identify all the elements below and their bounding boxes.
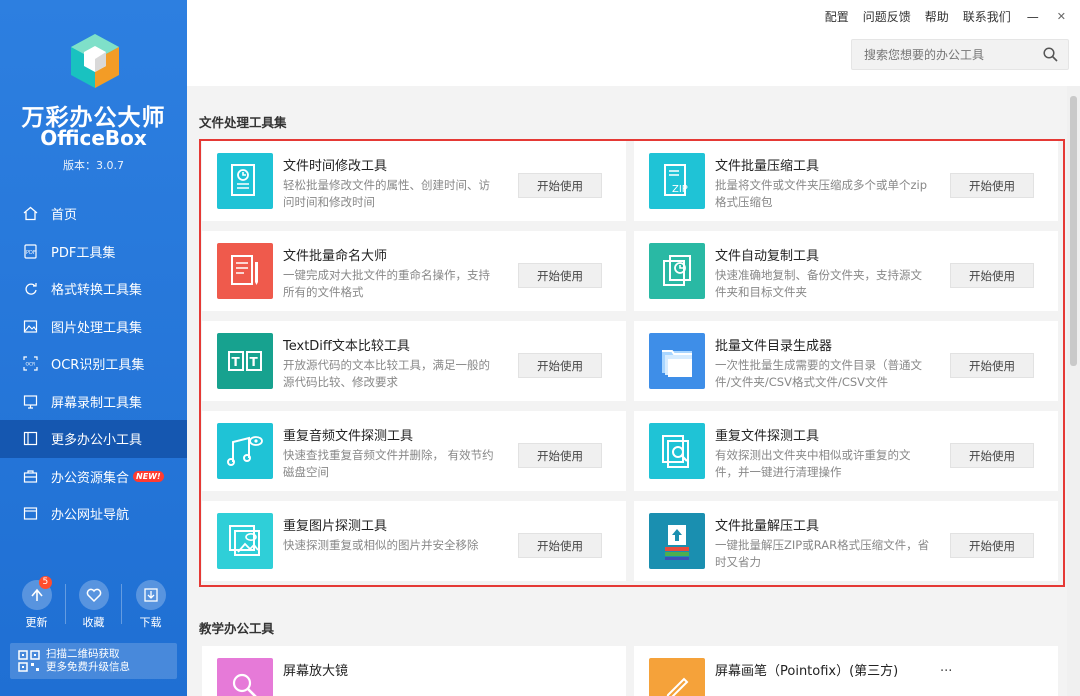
new-badge: NEW!	[133, 470, 164, 482]
download-label: 下载	[139, 616, 162, 629]
divider	[65, 584, 66, 624]
home-icon	[22, 206, 38, 222]
sidebar-nav: 首页 PDF PDF工具集 格式转换工具集 图片处理工具集 OCR OCR识别工…	[0, 195, 187, 533]
search-icon[interactable]	[1043, 47, 1058, 62]
magnifier-icon	[217, 658, 273, 696]
more-indicator: ...	[940, 660, 953, 675]
favorite-label: 收藏	[82, 616, 105, 629]
officebox-logo-icon	[71, 34, 119, 88]
feedback-link[interactable]: 问题反馈	[863, 8, 911, 25]
app-version: 版本：3.0.7	[63, 159, 124, 172]
qr-code-icon	[18, 650, 40, 672]
tool-title: 屏幕放大镜	[283, 664, 349, 679]
scrollbar[interactable]	[1067, 86, 1080, 696]
image-icon	[22, 318, 38, 334]
download-button[interactable]: 下载	[125, 580, 177, 630]
sidebar-item-more-tools[interactable]: 更多办公小工具	[0, 420, 187, 458]
sidebar-item-label: 办公资源集合	[51, 470, 130, 486]
sidebar-item-convert[interactable]: 格式转换工具集	[0, 270, 187, 308]
update-button[interactable]: 5 更新	[11, 576, 63, 630]
ocr-icon: OCR	[22, 356, 38, 372]
sidebar-item-label: OCR识别工具集	[51, 358, 145, 374]
contact-link[interactable]: 联系我们	[963, 8, 1011, 25]
update-label: 更新	[25, 616, 48, 629]
heart-icon	[78, 580, 109, 610]
search-input[interactable]	[852, 40, 1032, 69]
minimize-button[interactable]: —	[1027, 10, 1039, 24]
sidebar-item-screen-record[interactable]: 屏幕录制工具集	[0, 383, 187, 421]
sidebar-item-image[interactable]: 图片处理工具集	[0, 308, 187, 346]
favorite-button[interactable]: 收藏	[68, 580, 120, 630]
qr-text-line2: 更多免费升级信息	[46, 661, 130, 673]
download-icon	[135, 580, 166, 610]
sidebar-actions: 5 更新 收藏 下载	[0, 576, 187, 630]
help-link[interactable]: 帮助	[925, 8, 949, 25]
sidebar-item-pdf[interactable]: PDF PDF工具集	[0, 233, 187, 271]
svg-text:PDF: PDF	[26, 250, 36, 256]
scrollbar-thumb[interactable]	[1070, 96, 1077, 366]
tool-card-screen-pen[interactable]: 屏幕画笔（Pointofix）(第三方) ...	[634, 646, 1058, 696]
briefcase-icon	[22, 468, 38, 484]
sidebar-item-label: 首页	[51, 208, 78, 224]
screen-record-icon	[22, 393, 38, 409]
sidebar-item-ocr[interactable]: OCR OCR识别工具集	[0, 345, 187, 383]
sidebar: 万彩办公大师 OfficeBox 版本：3.0.7 首页 PDF PDF工具集 …	[0, 0, 187, 696]
sidebar-item-label: 办公网址导航	[51, 508, 130, 524]
section-title-file-tools: 文件处理工具集	[199, 115, 287, 130]
divider	[121, 584, 122, 624]
search-box	[851, 39, 1069, 70]
top-links: 配置 问题反馈 帮助 联系我们 — ✕	[811, 8, 1066, 25]
highlight-box	[199, 139, 1065, 587]
sidebar-item-web-nav[interactable]: 办公网址导航	[0, 495, 187, 533]
tool-card-magnifier[interactable]: 屏幕放大镜	[202, 646, 626, 696]
qr-text-line1: 扫描二维码获取	[46, 648, 120, 660]
tool-title: 屏幕画笔（Pointofix）(第三方)	[715, 664, 899, 679]
sidebar-item-label: 图片处理工具集	[51, 320, 143, 336]
browser-icon	[22, 506, 38, 522]
svg-text:OCR: OCR	[25, 362, 35, 368]
sidebar-item-label: 屏幕录制工具集	[51, 395, 143, 411]
config-link[interactable]: 配置	[825, 8, 849, 25]
pdf-icon: PDF	[22, 243, 38, 259]
section-title-teaching-tools: 教学办公工具	[199, 621, 275, 636]
convert-icon	[22, 281, 38, 297]
sidebar-item-label: 格式转换工具集	[51, 283, 143, 299]
pen-icon	[649, 658, 705, 696]
sidebar-item-label: 更多办公小工具	[51, 433, 143, 449]
qr-promo[interactable]: 扫描二维码获取 更多免费升级信息	[10, 643, 177, 679]
sidebar-item-home[interactable]: 首页	[0, 195, 187, 233]
app-name-en: OfficeBox	[40, 126, 147, 150]
main-content: 文件处理工具集 文件时间修改工具 轻松批量修改文件的属性、创建时间、访问时间和修…	[187, 86, 1067, 696]
sidebar-item-resources[interactable]: 办公资源集合 NEW!	[0, 458, 187, 496]
close-button[interactable]: ✕	[1057, 10, 1066, 23]
tools-icon	[22, 431, 38, 447]
topbar: 配置 问题反馈 帮助 联系我们 — ✕	[187, 0, 1080, 86]
sidebar-item-label: PDF工具集	[51, 245, 116, 261]
